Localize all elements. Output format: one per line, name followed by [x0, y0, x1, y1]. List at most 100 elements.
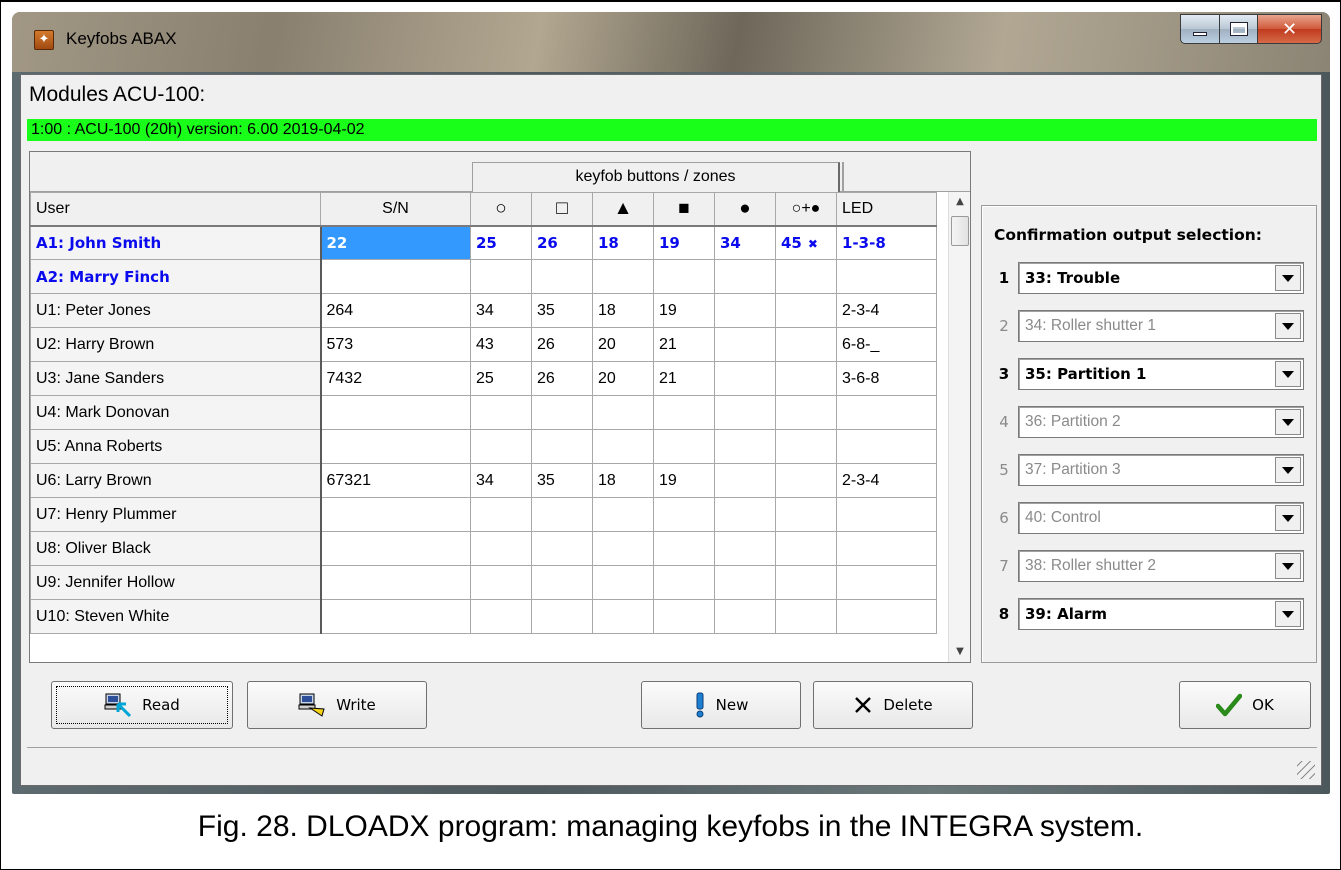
cell-b4[interactable] [653, 599, 715, 634]
dropdown-button[interactable] [1275, 313, 1301, 339]
cell-b5[interactable] [714, 565, 776, 600]
table-row[interactable]: U3: Jane Sanders 7432 25 26 20 21 3-6-8 [30, 361, 937, 396]
cell-b3[interactable] [592, 565, 654, 600]
cell-b3[interactable]: 18 [592, 293, 654, 328]
cell-b6[interactable] [775, 599, 837, 634]
cell-b1[interactable] [470, 395, 532, 430]
dropdown-button[interactable] [1275, 457, 1301, 483]
cell-b4[interactable]: 21 [653, 327, 715, 362]
grid-vertical-scrollbar[interactable]: ▲ ▼ [948, 192, 970, 662]
cell-user[interactable]: U1: Peter Jones [30, 293, 322, 328]
cell-b5[interactable] [714, 599, 776, 634]
cell-user[interactable]: U8: Oliver Black [30, 531, 322, 566]
title-bar[interactable]: ✦ Keyfobs ABAX ✕ [12, 12, 1330, 74]
cell-sn[interactable] [320, 531, 471, 566]
cell-b1[interactable]: 25 [470, 225, 532, 260]
cell-b5[interactable]: 34 [714, 225, 776, 260]
cell-b5[interactable] [714, 463, 776, 498]
cell-b2[interactable]: 26 [531, 327, 593, 362]
cell-sn[interactable]: 22 [320, 225, 471, 260]
cell-b2[interactable] [531, 259, 593, 294]
cell-b1[interactable]: 34 [470, 463, 532, 498]
table-row[interactable]: U8: Oliver Black [30, 531, 937, 566]
cell-b4[interactable] [653, 565, 715, 600]
cell-b3[interactable] [592, 497, 654, 532]
cell-sn[interactable] [320, 395, 471, 430]
cell-b5[interactable] [714, 497, 776, 532]
cell-led[interactable]: 2-3-4 [836, 293, 937, 328]
cell-b1[interactable]: 34 [470, 293, 532, 328]
table-row[interactable]: A1: John Smith 22 25 26 18 19 34 45 ✖ 1-3-8 [30, 225, 937, 260]
cell-b3[interactable] [592, 599, 654, 634]
cell-b2[interactable]: 26 [531, 361, 593, 396]
cell-b4[interactable] [653, 497, 715, 532]
cell-user[interactable]: U7: Henry Plummer [30, 497, 322, 532]
cell-b1[interactable] [470, 531, 532, 566]
cell-user[interactable]: U10: Steven White [30, 599, 322, 634]
cell-b2[interactable] [531, 531, 593, 566]
cell-b6[interactable] [775, 463, 837, 498]
scrollbar-thumb[interactable] [951, 216, 969, 246]
dropdown-button[interactable] [1275, 409, 1301, 435]
cell-led[interactable] [836, 259, 937, 294]
cell-b2[interactable] [531, 497, 593, 532]
cell-b1[interactable] [470, 599, 532, 634]
cell-b5[interactable] [714, 395, 776, 430]
cell-user[interactable]: U6: Larry Brown [30, 463, 322, 498]
delete-button[interactable]: Delete [813, 681, 973, 729]
table-row[interactable]: U2: Harry Brown 573 43 26 20 21 6-8-_ [30, 327, 937, 362]
cell-b1[interactable]: 43 [470, 327, 532, 362]
cell-sn[interactable]: 7432 [320, 361, 471, 396]
column-header-filled-circle[interactable]: ● [714, 192, 776, 227]
cell-b3[interactable] [592, 395, 654, 430]
resize-grip-icon[interactable] [1297, 761, 1315, 779]
module-list-item[interactable]: 1:00 : ACU-100 (20h) version: 6.00 2019-… [27, 119, 1317, 141]
column-header-led[interactable]: LED [836, 192, 937, 227]
maximize-button[interactable] [1220, 14, 1258, 44]
cell-b1[interactable] [470, 259, 532, 294]
cell-b2[interactable] [531, 395, 593, 430]
cell-b2[interactable]: 35 [531, 293, 593, 328]
cell-b4[interactable]: 19 [653, 463, 715, 498]
minimize-button[interactable] [1180, 14, 1220, 44]
cell-led[interactable]: 2-3-4 [836, 463, 937, 498]
cell-b4[interactable]: 21 [653, 361, 715, 396]
cell-b5[interactable] [714, 293, 776, 328]
cell-user[interactable]: U4: Mark Donovan [30, 395, 322, 430]
column-header-sn[interactable]: S/N [320, 192, 471, 227]
cell-b5[interactable] [714, 361, 776, 396]
cell-b6[interactable]: 45 ✖ [775, 225, 837, 260]
column-header-square[interactable]: □ [531, 192, 593, 227]
cell-b5[interactable] [714, 327, 776, 362]
dropdown-button[interactable] [1275, 505, 1301, 531]
table-row[interactable]: U7: Henry Plummer [30, 497, 937, 532]
confirmation-output-select[interactable]: 34: Roller shutter 1 [1018, 310, 1304, 342]
scroll-up-icon[interactable]: ▲ [949, 192, 970, 212]
confirmation-output-select[interactable]: 33: Trouble [1018, 262, 1304, 294]
new-button[interactable]: New [641, 681, 801, 729]
column-header-circle-plus-dot[interactable]: ○+● [775, 192, 837, 227]
cell-sn[interactable] [320, 599, 471, 634]
cell-user[interactable]: U5: Anna Roberts [30, 429, 322, 464]
column-header-triangle[interactable]: ▲ [592, 192, 654, 227]
cell-led[interactable]: 1-3-8 [836, 225, 937, 260]
cell-b1[interactable] [470, 497, 532, 532]
cell-led[interactable] [836, 565, 937, 600]
cell-b4[interactable] [653, 531, 715, 566]
cell-b5[interactable] [714, 259, 776, 294]
dropdown-button[interactable] [1275, 601, 1301, 627]
cell-led[interactable] [836, 395, 937, 430]
cell-sn[interactable]: 264 [320, 293, 471, 328]
cell-led[interactable] [836, 531, 937, 566]
cell-b2[interactable]: 26 [531, 225, 593, 260]
scroll-down-icon[interactable]: ▼ [949, 642, 970, 662]
cell-b3[interactable]: 20 [592, 327, 654, 362]
cell-led[interactable] [836, 429, 937, 464]
cell-sn[interactable]: 573 [320, 327, 471, 362]
cell-b6[interactable] [775, 293, 837, 328]
write-button[interactable]: Write [247, 681, 427, 729]
cell-b6[interactable] [775, 395, 837, 430]
cell-b3[interactable]: 20 [592, 361, 654, 396]
cell-b2[interactable] [531, 565, 593, 600]
cell-user[interactable]: A2: Marry Finch [30, 259, 322, 294]
